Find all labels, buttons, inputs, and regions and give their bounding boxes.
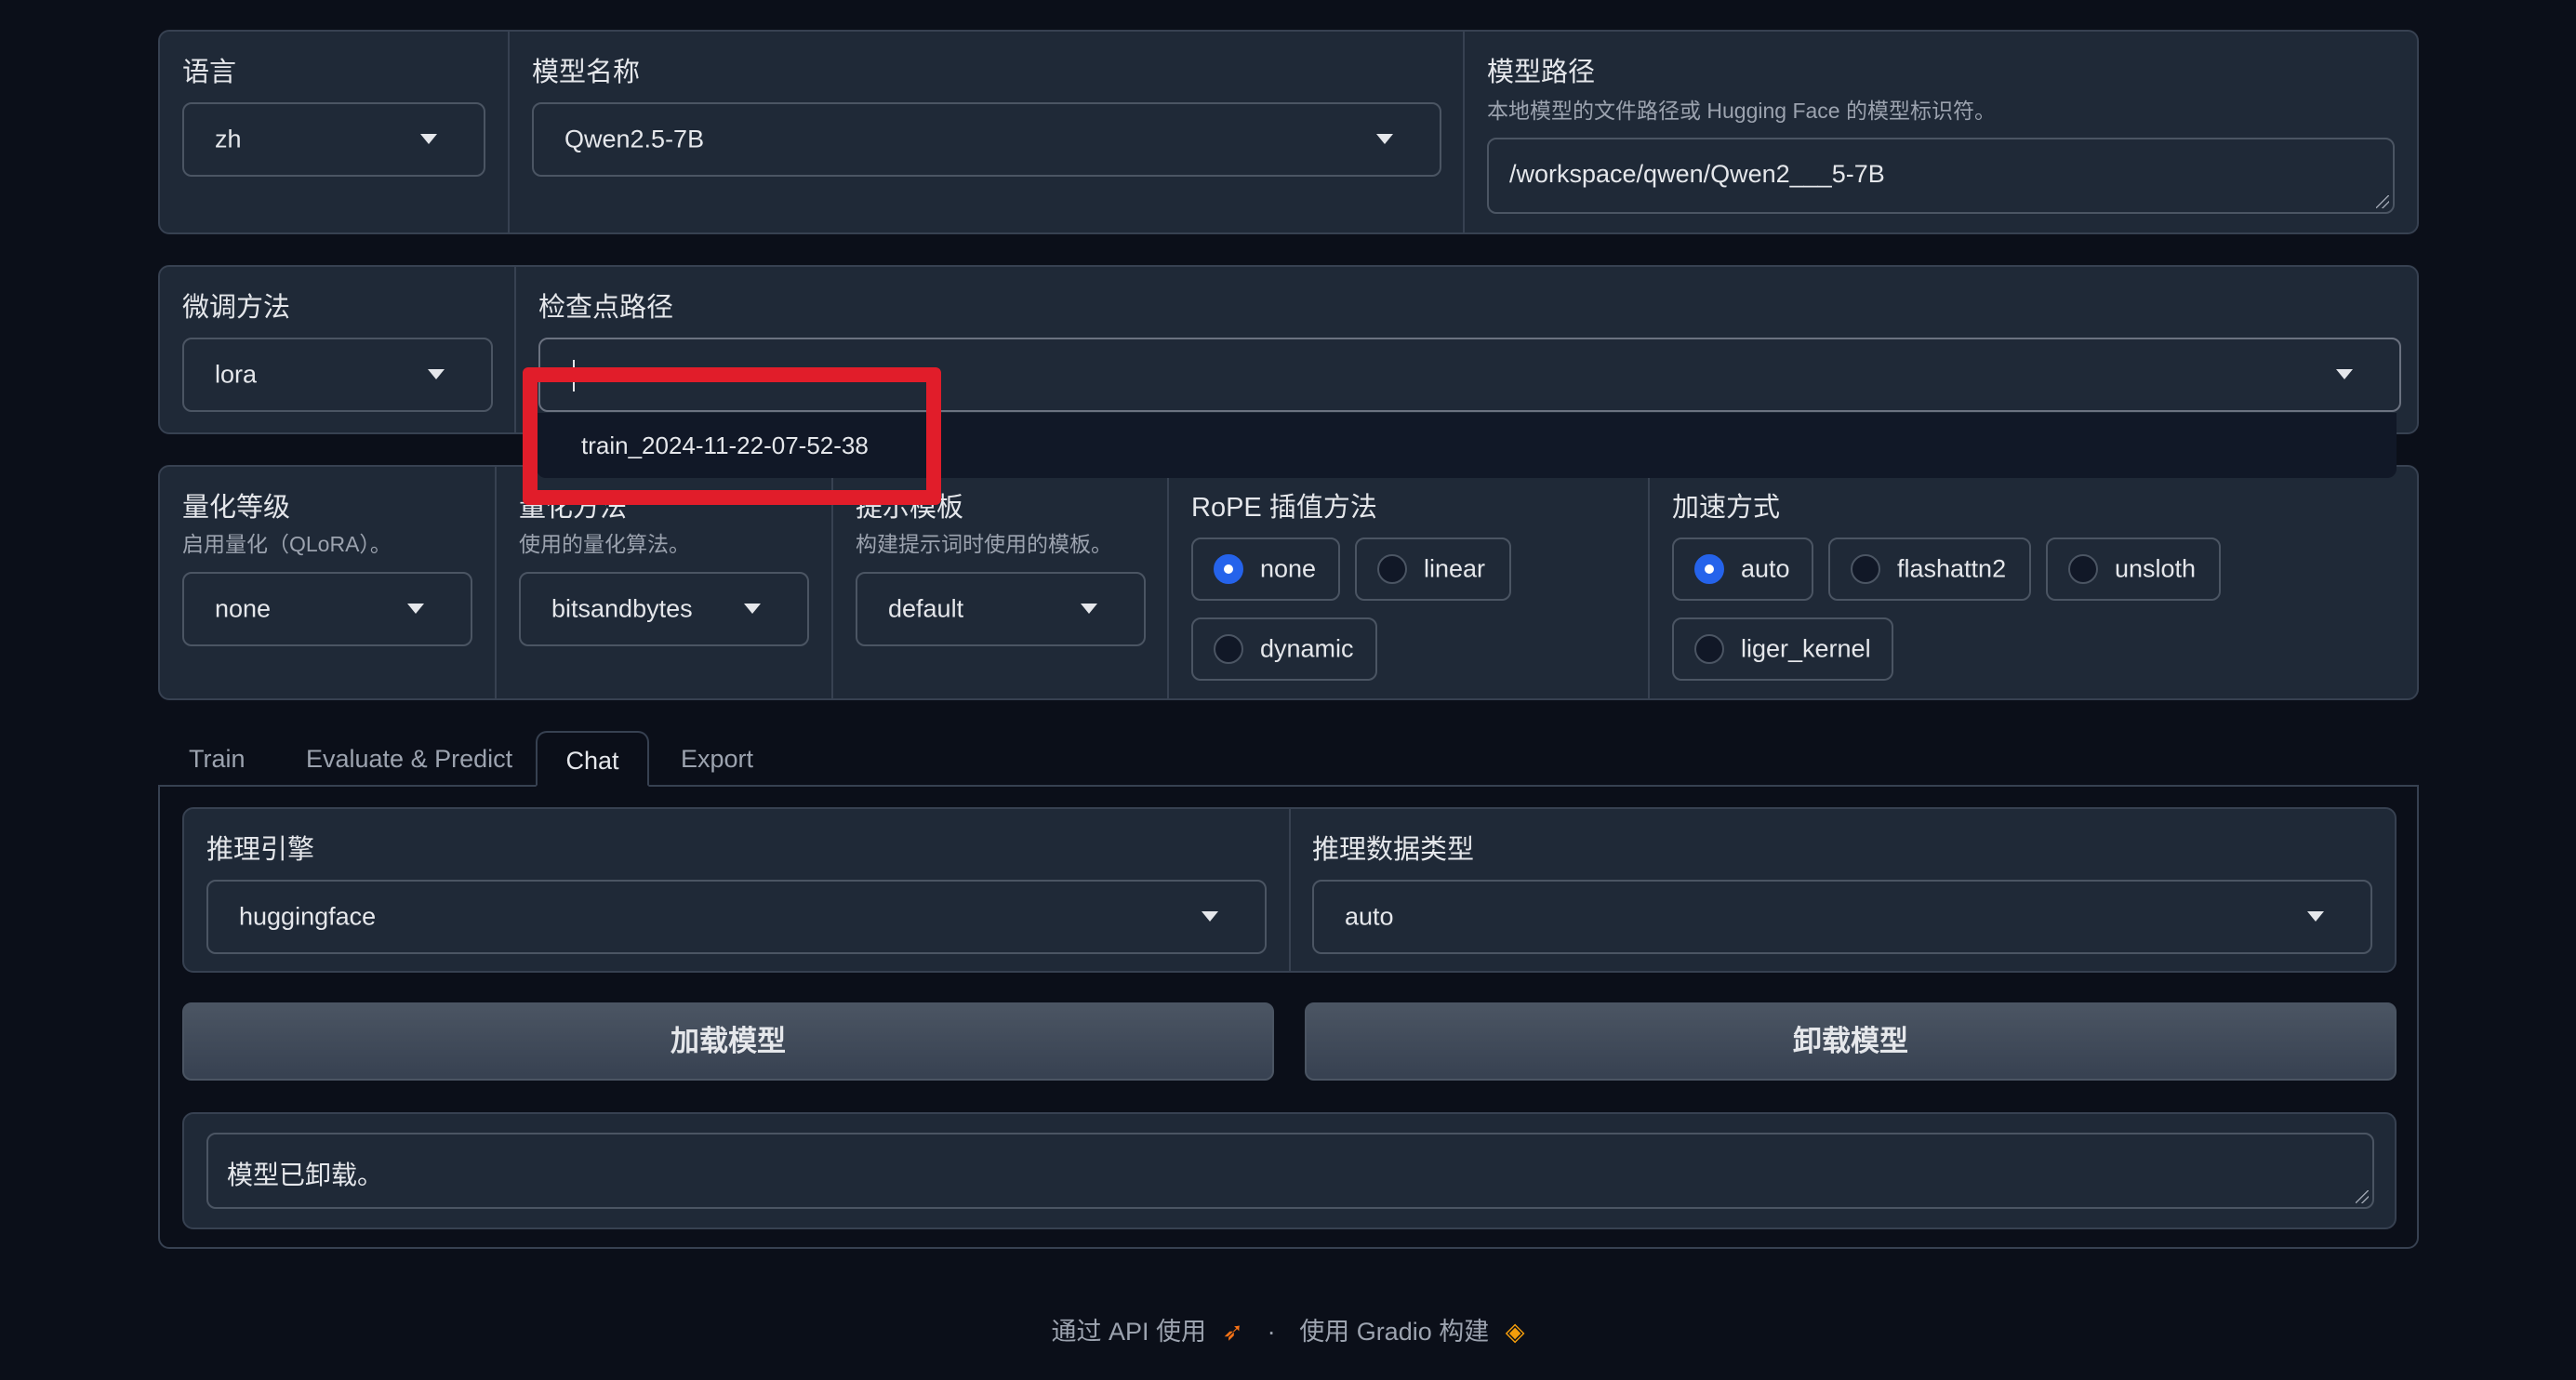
radio-selected-icon xyxy=(1694,554,1724,584)
booster-option-label: flashattn2 xyxy=(1897,554,2007,583)
info-box-text: 模型已卸载。 xyxy=(227,1161,384,1189)
model-name-value: Qwen2.5-7B xyxy=(564,125,705,153)
infer-backend-dropdown[interactable]: huggingface xyxy=(206,880,1267,954)
quant-method-info: 使用的量化算法。 xyxy=(519,532,690,556)
adapter-panel: 微调方法 lora 检查点路径 xyxy=(158,265,2419,434)
chevron-down-icon xyxy=(1202,911,1218,922)
unload-model-button[interactable]: 卸载模型 xyxy=(1305,1002,2397,1081)
rope-label: RoPE 插值方法 xyxy=(1191,493,1377,523)
finetune-dropdown[interactable]: lora xyxy=(182,338,493,412)
rope-option-label: dynamic xyxy=(1260,634,1354,663)
gradio-logo-icon: ◈ xyxy=(1505,1318,1525,1346)
footer-api-link[interactable]: 通过 API 使用 ➶ xyxy=(1051,1318,1250,1346)
chevron-down-icon xyxy=(428,369,445,379)
model-path-input[interactable]: /workspace/qwen/Qwen2___5-7B xyxy=(1487,138,2395,214)
model-path-label: 模型路径 xyxy=(1487,58,1596,87)
tab-train[interactable]: Train xyxy=(189,731,246,787)
booster-option-label: unsloth xyxy=(2115,554,2197,583)
divider xyxy=(514,267,516,432)
infer-dtype-value: auto xyxy=(1345,902,1394,931)
quantization-panel: 量化等级 启用量化（QLoRA）。 none 量化方法 使用的量化算法。 bit… xyxy=(158,465,2419,700)
radio-icon xyxy=(1214,634,1243,664)
quant-bit-info: 启用量化（QLoRA）。 xyxy=(182,532,392,556)
quant-method-value: bitsandbytes xyxy=(551,594,693,623)
chat-tab-content: 推理引擎 huggingface 推理数据类型 auto 加载模型 卸载模型 模… xyxy=(158,785,2419,1249)
template-value: default xyxy=(888,594,964,623)
divider xyxy=(1648,467,1650,698)
footer-gradio-link[interactable]: 使用 Gradio 构建 ◈ xyxy=(1299,1318,1524,1346)
footer-separator: · xyxy=(1267,1318,1276,1346)
chevron-down-icon xyxy=(2336,369,2353,379)
lang-value: zh xyxy=(215,125,242,153)
radio-icon xyxy=(1377,554,1407,584)
highlight-annotation xyxy=(523,367,941,505)
rope-option-dynamic[interactable]: dynamic xyxy=(1191,617,1377,681)
radio-icon xyxy=(1851,554,1880,584)
rope-option-label: none xyxy=(1260,554,1317,583)
rocket-icon: ➶ xyxy=(1222,1318,1244,1346)
chevron-down-icon xyxy=(2307,911,2324,922)
footer-api-text: 通过 API 使用 xyxy=(1051,1318,1207,1346)
lang-dropdown[interactable]: zh xyxy=(182,102,485,177)
model-name-label: 模型名称 xyxy=(532,58,641,87)
rope-option-linear[interactable]: linear xyxy=(1355,537,1511,601)
booster-option-auto[interactable]: auto xyxy=(1672,537,1813,601)
rope-option-label: linear xyxy=(1424,554,1486,583)
chevron-down-icon xyxy=(1081,604,1097,614)
footer-gradio-text: 使用 Gradio 构建 xyxy=(1299,1318,1490,1346)
tab-export[interactable]: Export xyxy=(681,731,753,787)
divider xyxy=(1289,809,1291,971)
quant-bit-label: 量化等级 xyxy=(182,493,291,523)
booster-option-flashattn2[interactable]: flashattn2 xyxy=(1828,537,2031,601)
divider xyxy=(1167,467,1169,698)
infer-dtype-dropdown[interactable]: auto xyxy=(1312,880,2372,954)
radio-icon xyxy=(1694,634,1724,664)
divider xyxy=(508,32,510,232)
booster-option-liger-kernel[interactable]: liger_kernel xyxy=(1672,617,1893,681)
radio-selected-icon xyxy=(1214,554,1243,584)
inference-settings-panel: 推理引擎 huggingface 推理数据类型 auto xyxy=(182,807,2397,973)
model-path-value: /workspace/qwen/Qwen2___5-7B xyxy=(1509,160,1885,188)
finetune-value: lora xyxy=(215,360,258,389)
infer-dtype-label: 推理数据类型 xyxy=(1312,835,1475,865)
resize-grip-icon[interactable] xyxy=(2376,195,2389,208)
chevron-down-icon xyxy=(407,604,424,614)
tab-evaluate-predict[interactable]: Evaluate & Predict xyxy=(306,731,512,787)
divider xyxy=(495,467,497,698)
booster-option-label: auto xyxy=(1741,554,1790,583)
quant-method-dropdown[interactable]: bitsandbytes xyxy=(519,572,809,646)
checkpoint-label: 检查点路径 xyxy=(538,293,674,323)
template-dropdown[interactable]: default xyxy=(856,572,1146,646)
footer: 通过 API 使用 ➶ · 使用 Gradio 构建 ◈ xyxy=(0,1311,2576,1352)
load-model-button[interactable]: 加载模型 xyxy=(182,1002,1274,1081)
radio-icon xyxy=(2068,554,2098,584)
infer-backend-value: huggingface xyxy=(239,902,377,931)
tab-chat[interactable]: Chat xyxy=(536,731,649,787)
info-box[interactable]: 模型已卸载。 xyxy=(206,1133,2374,1209)
resize-grip-icon[interactable] xyxy=(2356,1190,2369,1203)
infer-backend-label: 推理引擎 xyxy=(206,835,315,865)
booster-option-label: liger_kernel xyxy=(1741,634,1871,663)
chevron-down-icon xyxy=(744,604,761,614)
chevron-down-icon xyxy=(420,134,437,144)
chevron-down-icon xyxy=(1376,134,1393,144)
lang-label: 语言 xyxy=(182,58,237,87)
top-settings-panel: 语言 zh 模型名称 Qwen2.5-7B 模型路径 本地模型的文件路径或 Hu… xyxy=(158,30,2419,234)
quant-bit-dropdown[interactable]: none xyxy=(182,572,472,646)
booster-label: 加速方式 xyxy=(1672,493,1781,523)
model-path-info: 本地模型的文件路径或 Hugging Face 的模型标识符。 xyxy=(1487,99,1996,123)
template-info: 构建提示词时使用的模板。 xyxy=(856,532,1112,556)
info-box-panel: 模型已卸载。 xyxy=(182,1112,2397,1229)
finetune-label: 微调方法 xyxy=(182,293,291,323)
booster-option-unsloth[interactable]: unsloth xyxy=(2046,537,2221,601)
divider xyxy=(1463,32,1465,232)
quant-bit-value: none xyxy=(215,594,272,623)
model-name-dropdown[interactable]: Qwen2.5-7B xyxy=(532,102,1441,177)
rope-option-none[interactable]: none xyxy=(1191,537,1340,601)
